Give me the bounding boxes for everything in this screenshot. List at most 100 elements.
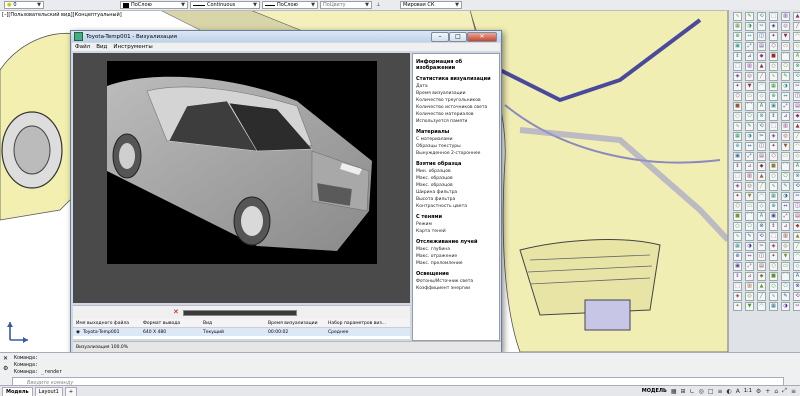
palette-tool-button[interactable]: ▭ — [745, 92, 754, 101]
wrench-icon[interactable]: ⚙ — [3, 365, 8, 372]
palette-tool-button[interactable]: ▥ — [745, 172, 754, 181]
palette-tool-button[interactable]: ▤ — [757, 42, 766, 51]
palette-tool-button[interactable]: ■ — [769, 272, 778, 281]
palette-tool-button[interactable]: ▦ — [769, 82, 778, 91]
palette-tool-button[interactable]: ∿ — [733, 12, 742, 21]
palette-tool-button[interactable]: ⊿ — [745, 52, 754, 61]
palette-tool-button[interactable]: ⬚ — [769, 122, 778, 131]
palette-tool-button[interactable]: ✂ — [793, 192, 800, 201]
palette-tool-button[interactable]: ⟲ — [793, 72, 800, 81]
palette-tool-button[interactable]: ▥ — [745, 62, 754, 71]
palette-tool-button[interactable]: ⟲ — [757, 232, 766, 241]
palette-tool-button[interactable]: ▼ — [781, 32, 790, 41]
gear-icon[interactable]: ⚙ — [756, 388, 761, 395]
palette-tool-button[interactable]: ◈ — [733, 72, 742, 81]
palette-tool-button[interactable]: ▲ — [757, 62, 766, 71]
palette-tool-button[interactable]: A — [757, 212, 766, 221]
palette-tool-button[interactable]: ▼ — [781, 142, 790, 151]
palette-tool-button[interactable]: ⌒ — [745, 102, 754, 111]
ucs-dropdown[interactable]: Мировая СК ▼ — [400, 1, 462, 9]
palette-tool-button[interactable]: ⊗ — [793, 172, 800, 181]
palette-tool-button[interactable]: ◇ — [793, 42, 800, 51]
palette-tool-button[interactable]: ∿ — [733, 232, 742, 241]
render-history-list[interactable]: Имя выходного файла Формат вывода Вид Вр… — [73, 319, 410, 339]
palette-tool-button[interactable]: ▥ — [745, 282, 754, 291]
palette-tool-button[interactable]: ∿ — [733, 122, 742, 131]
palette-tool-button[interactable]: ◠ — [793, 32, 800, 41]
palette-tool-button[interactable]: ◑ — [781, 302, 790, 311]
palette-tool-button[interactable]: ⬡ — [769, 42, 778, 51]
tab-model[interactable]: Модель — [2, 386, 33, 396]
palette-tool-button[interactable]: ⟲ — [757, 12, 766, 21]
palette-tool-button[interactable]: ⊕ — [733, 142, 742, 151]
palette-tool-button[interactable]: ⇔ — [745, 32, 754, 41]
palette-tool-button[interactable]: ⬠ — [745, 112, 754, 121]
palette-tool-button[interactable]: ⊗ — [757, 112, 766, 121]
palette-tool-button[interactable]: ◇ — [793, 152, 800, 161]
palette-tool-button[interactable]: ◫ — [757, 32, 766, 41]
palette-tool-button[interactable]: ◆ — [757, 162, 766, 171]
palette-tool-button[interactable]: ◈ — [733, 182, 742, 191]
palette-tool-button[interactable]: ⬠ — [745, 222, 754, 231]
palette-tool-button[interactable]: ⤢ — [781, 102, 790, 111]
palette-tool-button[interactable]: ▼ — [781, 252, 790, 261]
render-window-titlebar[interactable]: Toyota-Temp001 - Визуализация – □ ✕ — [71, 31, 501, 42]
polar-icon[interactable]: ◎ — [699, 388, 704, 395]
palette-tool-button[interactable]: ⬚ — [733, 62, 742, 71]
palette-tool-button[interactable]: ▤ — [757, 152, 766, 161]
palette-tool-button[interactable]: ╱ — [793, 132, 800, 141]
maximize-button[interactable]: □ — [449, 32, 467, 42]
palette-tool-button[interactable]: ⊕ — [769, 202, 778, 211]
palette-tool-button[interactable]: ⊿ — [781, 112, 790, 121]
palette-tool-button[interactable]: ◠ — [757, 82, 766, 91]
palette-tool-button[interactable]: ✂ — [757, 242, 766, 251]
palette-tool-button[interactable]: A — [793, 272, 800, 281]
palette-tool-button[interactable]: ⤢ — [745, 152, 754, 161]
palette-tool-button[interactable]: ⟲ — [757, 122, 766, 131]
palette-tool-button[interactable]: ⇔ — [745, 142, 754, 151]
palette-tool-button[interactable]: ▲ — [793, 122, 800, 131]
model-space-label[interactable]: МОДЕЛЬ — [642, 388, 667, 394]
palette-tool-button[interactable]: A — [793, 52, 800, 61]
palette-tool-button[interactable]: ⬡ — [769, 262, 778, 271]
palette-tool-button[interactable]: ⌒ — [781, 272, 790, 281]
palette-tool-button[interactable]: ⬠ — [781, 282, 790, 291]
palette-tool-button[interactable]: ⬚ — [769, 232, 778, 241]
palette-tool-button[interactable]: ◆ — [793, 222, 800, 231]
cancel-render-icon[interactable]: ✕ — [173, 308, 179, 316]
palette-tool-button[interactable]: ▭ — [781, 262, 790, 271]
palette-tool-button[interactable]: ◑ — [781, 82, 790, 91]
palette-tool-button[interactable]: ⇕ — [733, 162, 742, 171]
close-button[interactable]: ✕ — [467, 32, 497, 42]
menu-icon[interactable]: ≡ — [791, 388, 796, 395]
palette-tool-button[interactable]: ■ — [733, 212, 742, 221]
palette-tool-button[interactable]: ◎ — [745, 182, 754, 191]
plotstyle-dropdown[interactable]: ПоЦвету ▼ — [320, 1, 372, 9]
palette-tool-button[interactable]: ▭ — [781, 42, 790, 51]
palette-tool-button[interactable]: ▣ — [733, 42, 742, 51]
add-layout-button[interactable]: + — [64, 386, 78, 396]
palette-tool-button[interactable]: ⊗ — [793, 282, 800, 291]
palette-tool-button[interactable]: ▣ — [733, 262, 742, 271]
palette-tool-button[interactable]: ▥ — [781, 232, 790, 241]
palette-tool-button[interactable]: ◫ — [793, 202, 800, 211]
palette-tool-button[interactable]: ■ — [769, 162, 778, 171]
palette-tool-button[interactable]: ⬚ — [733, 282, 742, 291]
palette-tool-button[interactable]: ╱ — [757, 182, 766, 191]
render-preview-area[interactable] — [73, 53, 410, 303]
palette-tool-button[interactable]: ⤢ — [745, 42, 754, 51]
palette-tool-button[interactable]: ◆ — [793, 112, 800, 121]
snap-icon[interactable]: ⊞ — [681, 388, 686, 395]
palette-tool-button[interactable]: ▦ — [769, 302, 778, 311]
palette-tool-button[interactable]: ∿ — [769, 182, 778, 191]
palette-tool-button[interactable]: ▦ — [733, 132, 742, 141]
palette-tool-button[interactable]: ◎ — [781, 132, 790, 141]
palette-tool-button[interactable]: A — [757, 102, 766, 111]
palette-tool-button[interactable]: ◎ — [781, 22, 790, 31]
palette-tool-button[interactable]: ⌒ — [745, 212, 754, 221]
palette-tool-button[interactable]: ✂ — [793, 82, 800, 91]
palette-tool-button[interactable]: ⊕ — [733, 32, 742, 41]
palette-tool-button[interactable]: ✦ — [769, 32, 778, 41]
color-dropdown[interactable]: ПоСлою ▼ — [120, 1, 188, 9]
palette-tool-button[interactable]: ◈ — [769, 22, 778, 31]
